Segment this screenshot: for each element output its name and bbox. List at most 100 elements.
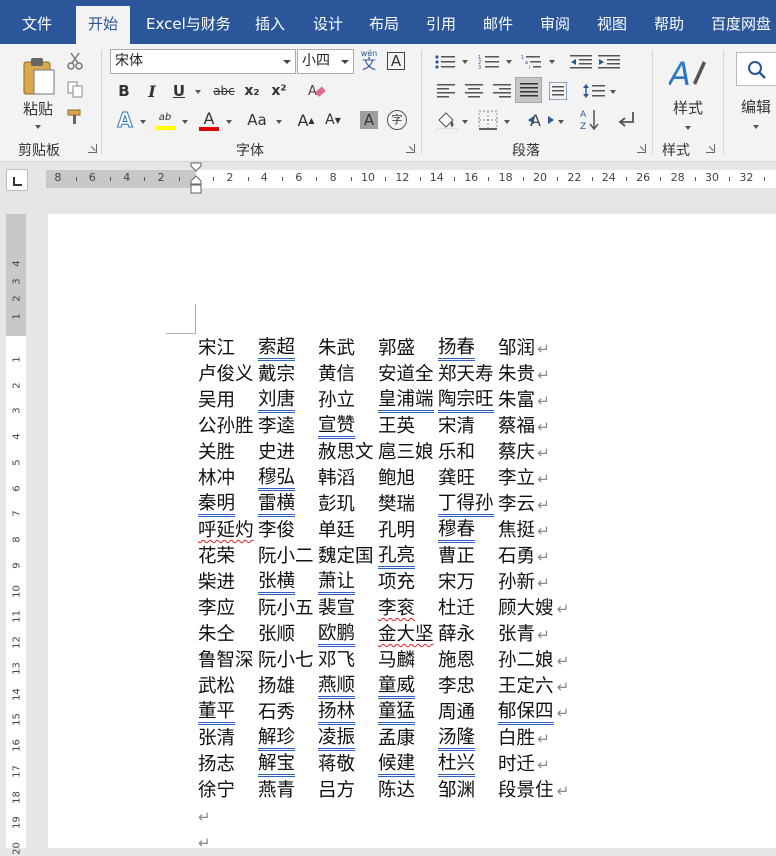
font-size-combo[interactable]: 小四 (297, 49, 354, 74)
chevron-down-icon[interactable] (506, 60, 512, 64)
clear-formatting-button[interactable]: A (305, 80, 329, 102)
chevron-down-icon[interactable] (276, 120, 282, 124)
chevron-down-icon[interactable] (558, 120, 564, 124)
text-effects-button[interactable]: A (113, 108, 137, 133)
name-entry: 孔亮 (378, 544, 416, 569)
align-right-icon[interactable] (493, 84, 511, 98)
tab-2[interactable]: Excel与财务 (146, 0, 231, 44)
ruler-tick (385, 177, 387, 181)
editing-button[interactable]: 编辑 (736, 52, 776, 132)
chevron-down-icon[interactable] (195, 90, 201, 94)
phonetic-guide-button[interactable]: wén 文 (357, 49, 381, 74)
name-entry: 魏定国 (318, 546, 374, 567)
underline-button[interactable]: U (168, 80, 190, 102)
chevron-down-icon[interactable] (462, 60, 468, 64)
name-entry: 杜迁 (438, 598, 476, 619)
ruler-number: 28 (670, 171, 685, 184)
styles-label: 样式 (672, 98, 703, 117)
name-entry: 宋清 (438, 416, 476, 437)
ruler-tick (488, 177, 490, 181)
chevron-down-icon[interactable] (549, 60, 555, 64)
format-painter-button[interactable] (64, 106, 86, 128)
copy-button[interactable] (64, 78, 86, 100)
vertical-ruler-number: 4 (11, 260, 23, 268)
show-hide-marks-icon[interactable] (617, 110, 635, 130)
tab-0[interactable]: 文件 (22, 0, 52, 44)
sort-icon[interactable]: AZ (580, 108, 602, 132)
enclose-characters-button[interactable]: 字 (385, 108, 409, 132)
align-left-icon[interactable] (437, 84, 455, 98)
font-name-combo[interactable]: 宋体 (110, 49, 296, 74)
name-entry: 扬春 (438, 336, 476, 361)
tab-selector[interactable] (6, 169, 28, 191)
decrease-indent-icon[interactable] (570, 54, 592, 70)
ruler-number: 4 (260, 171, 268, 184)
tab-5[interactable]: 布局 (369, 0, 399, 44)
chevron-down-icon[interactable] (462, 120, 468, 124)
svg-text:A: A (308, 84, 317, 99)
name-entry: 穆弘 (258, 466, 296, 491)
highlight-color-button[interactable]: ab (152, 108, 178, 134)
indent-marker-icon[interactable] (190, 162, 202, 196)
change-case-button[interactable]: Aa (242, 108, 272, 132)
shading-icon[interactable] (436, 110, 458, 132)
tab-8[interactable]: 审阅 (540, 0, 570, 44)
ruler-tick (763, 177, 765, 181)
cut-button[interactable] (64, 50, 86, 72)
shrink-font-button[interactable]: A ▼ (321, 108, 345, 132)
tab-7[interactable]: 邮件 (483, 0, 513, 44)
chevron-down-icon[interactable] (226, 120, 232, 124)
paragraph-mark: ↵ (537, 548, 550, 566)
font-launcher-icon[interactable] (406, 144, 415, 153)
name-entry: 孙二娘 (498, 650, 554, 671)
justify-button[interactable] (515, 77, 542, 103)
chevron-down-icon[interactable] (182, 120, 188, 124)
increase-indent-icon[interactable] (598, 54, 620, 70)
vertical-ruler[interactable]: 4 3 2 1 1 2 3 4 5 6 7 8 9 10 11 12 13 14 15 16 17 18 19 20 (6, 214, 26, 855)
tab-6[interactable]: 引用 (426, 0, 456, 44)
multilevel-list-icon[interactable]: 1ai (521, 54, 543, 70)
character-border-button[interactable]: A (385, 50, 407, 72)
name-entry: 樊瑞 (378, 494, 416, 515)
superscript-button[interactable]: x² (268, 80, 290, 102)
clipboard-launcher-icon[interactable] (88, 144, 97, 153)
grow-font-button[interactable]: A ▲ (294, 108, 318, 132)
borders-icon[interactable] (478, 110, 498, 130)
tab-9[interactable]: 视图 (597, 0, 627, 44)
search-box[interactable] (736, 52, 776, 86)
tab-10[interactable]: 帮助 (654, 0, 684, 44)
name-entry: 林冲 (198, 468, 236, 489)
horizontal-ruler[interactable]: 8 6 4 2 2 4 6 8 10 12 14 16 18 20 22 24 26 28 30 32 (46, 170, 776, 188)
styles-launcher-icon[interactable] (706, 144, 715, 153)
font-color-icon: A (203, 109, 215, 128)
vertical-ruler-number: 2 (11, 295, 23, 302)
bold-button[interactable]: B (113, 80, 135, 102)
align-center-icon[interactable] (465, 84, 483, 98)
numbering-icon[interactable]: 123 (478, 54, 500, 70)
name-entry: 卢俊义 (198, 364, 254, 385)
chevron-down-icon[interactable] (279, 50, 295, 73)
tab-3[interactable]: 插入 (255, 0, 285, 44)
document-page[interactable]: 宋江 索超 朱武 郭盛 扬春 邹润 ↵ 卢俊义 戴宗 黄信 安道全 郑天寿 朱贵 ↵ 吴用 刘唐 孙立 皇浦端 陶宗… (48, 214, 776, 852)
chevron-down-icon[interactable] (337, 50, 353, 73)
character-shading-button[interactable]: A (357, 108, 381, 132)
chevron-down-icon[interactable] (610, 90, 616, 94)
paste-button[interactable]: 粘贴 (14, 52, 62, 132)
paragraph-launcher-icon[interactable] (637, 144, 646, 153)
strikethrough-button[interactable]: abc (210, 80, 238, 102)
subscript-button[interactable]: x₂ (241, 80, 263, 102)
italic-button[interactable]: I (141, 80, 163, 102)
line-spacing-icon[interactable] (583, 82, 605, 100)
vertical-ruler-number: 8 (11, 536, 23, 543)
distributed-icon[interactable] (549, 82, 567, 100)
chinese-layout-icon[interactable]: A (528, 110, 554, 130)
font-color-button[interactable]: A (196, 108, 222, 134)
name-entry: 阮小七 (258, 650, 314, 671)
paragraph-mark: ↵ (537, 444, 550, 462)
styles-button[interactable]: A 样式 (664, 52, 712, 132)
chevron-down-icon[interactable] (140, 120, 146, 124)
bullets-icon[interactable] (434, 54, 456, 70)
chevron-down-icon[interactable] (504, 120, 510, 124)
tab-4[interactable]: 设计 (313, 0, 343, 44)
tab-11[interactable]: 百度网盘 (711, 0, 771, 44)
